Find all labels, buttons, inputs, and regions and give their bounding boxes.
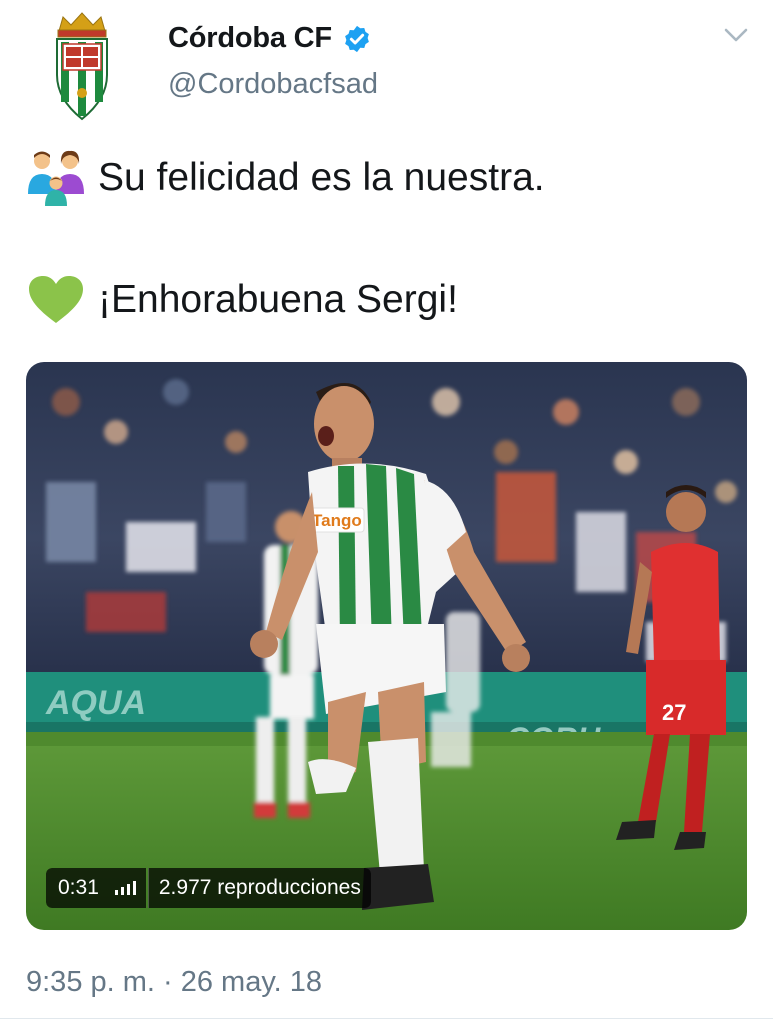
tweet-text: ¡Enhorabuena Sergi! xyxy=(98,278,458,321)
shirt-sponsor: Tango xyxy=(312,511,362,530)
ad-board-left: AQUA xyxy=(45,684,146,722)
green-heart-icon xyxy=(26,272,86,328)
video-duration: 0:31 xyxy=(46,868,146,908)
divider xyxy=(0,1018,773,1019)
volume-icon[interactable] xyxy=(114,881,136,895)
video-info-badge: 0:31 2.977 reproducciones xyxy=(46,868,371,908)
author-handle[interactable]: @Cordobacfsad xyxy=(168,68,378,101)
tweet-text-line-2: ¡Enhorabuena Sergi! xyxy=(26,272,458,328)
chevron-down-icon[interactable] xyxy=(722,24,750,46)
view-count-text: 2.977 reproducciones xyxy=(158,876,361,899)
video-player[interactable]: AQUA CORH 27 xyxy=(26,362,747,930)
tweet-text: Su felicidad es la nuestra. xyxy=(98,156,545,199)
tweet-header: Córdoba CF @Cordobacfsad xyxy=(0,0,773,130)
view-count: 2.977 reproducciones xyxy=(147,868,371,908)
verified-badge-icon xyxy=(345,25,369,52)
video-thumbnail: AQUA CORH 27 xyxy=(26,362,747,930)
tweet-timestamp[interactable]: 9:35 p. m. · 26 may. 18 xyxy=(26,966,322,999)
tweet-text-line-1: Su felicidad es la nuestra. xyxy=(26,150,545,206)
family-icon xyxy=(26,150,86,206)
opponent-shirt-number: 27 xyxy=(662,700,686,725)
club-crest-icon xyxy=(56,12,108,121)
display-name[interactable]: Córdoba CF xyxy=(168,22,332,55)
avatar[interactable] xyxy=(22,6,142,126)
video-duration-text: 0:31 xyxy=(58,876,99,899)
